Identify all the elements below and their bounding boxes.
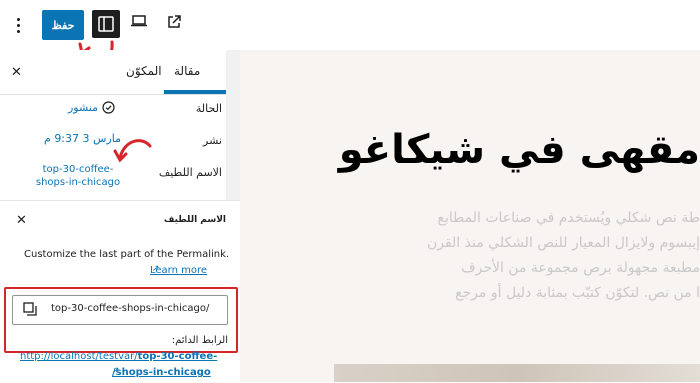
- view-post-external-icon[interactable]: [166, 14, 182, 30]
- slug-input-value: top-30-coffee-shops-in-chicago/: [51, 303, 210, 314]
- active-tab-indicator: [164, 90, 226, 94]
- close-popover-icon[interactable]: ✕: [16, 213, 27, 228]
- permalink-external-icon: ↗: [112, 366, 120, 376]
- editor-canvas[interactable]: مقهى في شيكاغو طة نص شكلي ويُستخدم في صن…: [240, 50, 700, 382]
- close-sidebar-icon[interactable]: ✕: [11, 65, 22, 80]
- permalink-base: http://localhost/testvar/: [20, 351, 138, 362]
- status-label: الحالة: [195, 102, 222, 115]
- slug-input[interactable]: top-30-coffee-shops-in-chicago/: [12, 295, 228, 325]
- check-circle-icon: [102, 101, 115, 114]
- publish-date-button[interactable]: مارس 3 9:37 م: [44, 132, 121, 145]
- slug-value-button[interactable]: top-30-coffee- shops-in-chicago: [32, 163, 124, 189]
- status-value-text: منشور: [68, 101, 99, 114]
- post-title[interactable]: مقهى في شيكاغو: [240, 126, 700, 174]
- annotation-arrow-slug: [113, 139, 152, 163]
- more-options-icon[interactable]: [12, 16, 24, 36]
- publish-label: نشر: [203, 134, 222, 147]
- tab-post[interactable]: مقالة: [174, 64, 200, 78]
- post-image[interactable]: [334, 364, 700, 382]
- copy-icon[interactable]: [23, 302, 37, 316]
- slug-value-line2: shops-in-chicago: [35, 177, 121, 188]
- post-body-line: طة نص شكلي ويُستخدم في صناعات المطابع: [437, 210, 700, 226]
- slug-popover: ✕ الاسم اللطيف Customize the last part o…: [0, 200, 240, 383]
- learn-more-external-icon: ↗: [152, 264, 160, 274]
- post-body[interactable]: طة نص شكلي ويُستخدم في صناعات المطابع إي…: [260, 206, 700, 306]
- post-body-line: ا من نص. لتكوّن كتيّب بمثابة دليل أو مرج…: [455, 285, 700, 301]
- popover-help-text: Customize the last part of the Permalink…: [24, 249, 230, 260]
- post-body-line: إيبسوم ولايزال المعيار للنص الشكلي منذ ا…: [426, 235, 700, 251]
- settings-sidebar: ✕ المكوّن مقالة الحالة منشور نشر مارس 3 …: [0, 50, 227, 200]
- permalink-link[interactable]: http://localhost/testvar/top-30-coffee-: [20, 351, 217, 362]
- post-body-line: مطبعة مجهولة برص مجموعة من الأحرف: [461, 260, 700, 276]
- popover-title: الاسم اللطيف: [163, 215, 226, 225]
- status-value[interactable]: منشور: [68, 101, 115, 114]
- slug-value-line1: top-30-coffee-: [42, 164, 114, 175]
- permalink-slug-part2[interactable]: /shops-in-chicago: [112, 367, 211, 378]
- tab-block[interactable]: المكوّن: [126, 64, 162, 78]
- sidebar-tabs: ✕ المكوّن مقالة: [0, 50, 226, 95]
- permalink-slug-part1: top-30-coffee-: [137, 351, 218, 362]
- preview-desktop-icon[interactable]: [130, 14, 148, 28]
- permalink-label: الرابط الدائم:: [171, 335, 228, 346]
- canvas-edge: [226, 50, 240, 200]
- slug-label: الاسم اللطيف: [158, 166, 222, 179]
